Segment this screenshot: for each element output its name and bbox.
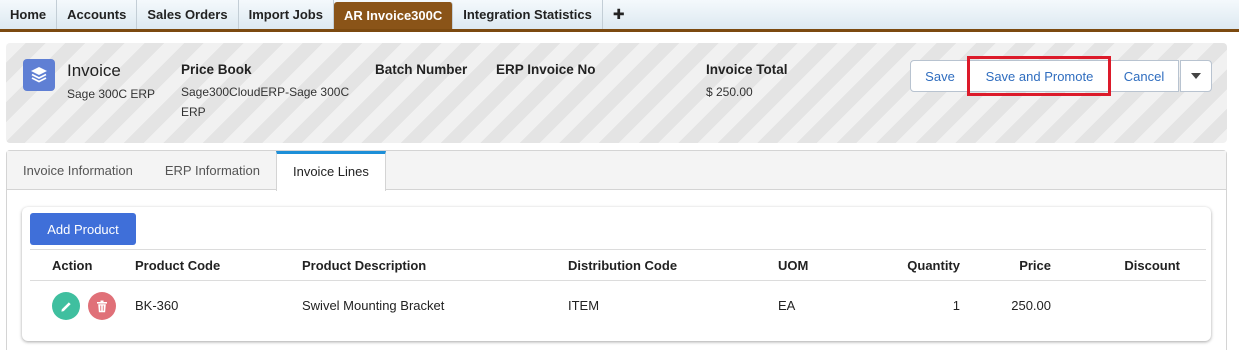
- nav-tab-integration-statistics[interactable]: Integration Statistics: [453, 0, 603, 29]
- col-discount: Discount: [1124, 258, 1180, 273]
- nav-tab-ar-invoice300c[interactable]: AR Invoice300C: [333, 2, 454, 29]
- save-and-promote-button[interactable]: Save and Promote: [970, 60, 1110, 92]
- trash-icon: [97, 300, 107, 312]
- add-tab-plus-icon[interactable]: ✚: [603, 0, 635, 29]
- field-value: Sage300CloudERP-Sage 300C ERP: [181, 82, 349, 122]
- field-erp-invoice-no: ERP Invoice No: [496, 62, 596, 82]
- app-nav-bar: Home Accounts Sales Orders Import Jobs A…: [0, 0, 1239, 32]
- delete-row-button[interactable]: [88, 292, 116, 320]
- pencil-icon: [60, 301, 71, 312]
- col-uom: UOM: [778, 258, 809, 273]
- cell-discount: [1100, 281, 1180, 331]
- col-quantity: Quantity: [907, 258, 960, 273]
- tab-erp-information[interactable]: ERP Information: [149, 151, 276, 190]
- nav-tab-import-jobs[interactable]: Import Jobs: [239, 0, 334, 29]
- record-subtitle: Sage 300C ERP: [67, 87, 156, 101]
- col-action: Action: [52, 258, 93, 273]
- save-button[interactable]: Save: [910, 60, 970, 92]
- layers-icon: [23, 59, 55, 91]
- add-product-button[interactable]: Add Product: [30, 213, 136, 245]
- field-invoice-total: Invoice Total $ 250.00: [706, 62, 788, 102]
- record-header: Invoice Sage 300C ERP Price Book Sage300…: [6, 43, 1227, 143]
- cell-product-code: BK-360: [135, 298, 179, 313]
- field-label: Batch Number: [375, 62, 468, 77]
- col-product-code: Product Code: [135, 258, 221, 273]
- field-value: $ 250.00: [706, 85, 753, 99]
- col-product-description: Product Description: [302, 258, 427, 273]
- field-label: Invoice Total: [706, 62, 788, 77]
- tab-bar: Invoice Information ERP Information Invo…: [7, 151, 1226, 191]
- invoice-lines-table: Action Product Code Product Description …: [30, 249, 1206, 331]
- field-price-book: Price Book Sage300CloudERP-Sage 300C ERP: [181, 62, 349, 122]
- table-row: BK-360 Swivel Mounting Bracket ITEM EA 1…: [30, 281, 1206, 331]
- record-title: Invoice: [67, 61, 121, 80]
- col-distribution-code: Distribution Code: [568, 258, 678, 273]
- cell-price: 250.00: [1011, 298, 1051, 313]
- header-button-group: Save Save and Promote Cancel: [910, 60, 1212, 92]
- col-price: Price: [1019, 258, 1051, 273]
- nav-tab-accounts[interactable]: Accounts: [57, 0, 138, 29]
- edit-row-button[interactable]: [52, 292, 80, 320]
- cell-distribution-code: ITEM: [568, 298, 600, 313]
- cancel-button[interactable]: Cancel: [1110, 60, 1179, 92]
- cell-quantity: 1: [952, 298, 960, 313]
- nav-tab-home[interactable]: Home: [0, 0, 58, 29]
- cell-uom: EA: [778, 298, 796, 313]
- tab-invoice-information[interactable]: Invoice Information: [7, 151, 149, 190]
- tab-invoice-lines[interactable]: Invoice Lines: [275, 151, 386, 191]
- more-actions-button[interactable]: [1180, 60, 1212, 92]
- field-label: ERP Invoice No: [496, 62, 596, 77]
- field-batch-number: Batch Number: [375, 62, 467, 82]
- nav-tab-sales-orders[interactable]: Sales Orders: [137, 0, 239, 29]
- field-label: Price Book: [181, 62, 252, 77]
- field-value-line: Sage300CloudERP-Sage 300C: [181, 85, 350, 99]
- field-value-line: ERP: [181, 105, 206, 119]
- table-header: Action Product Code Product Description …: [30, 249, 1206, 281]
- tab-panel: Invoice Information ERP Information Invo…: [6, 150, 1227, 350]
- caret-down-icon: [1191, 73, 1201, 79]
- cell-product-description: Swivel Mounting Bracket: [302, 298, 445, 313]
- invoice-lines-card: Add Product Action Product Code Product …: [22, 207, 1211, 341]
